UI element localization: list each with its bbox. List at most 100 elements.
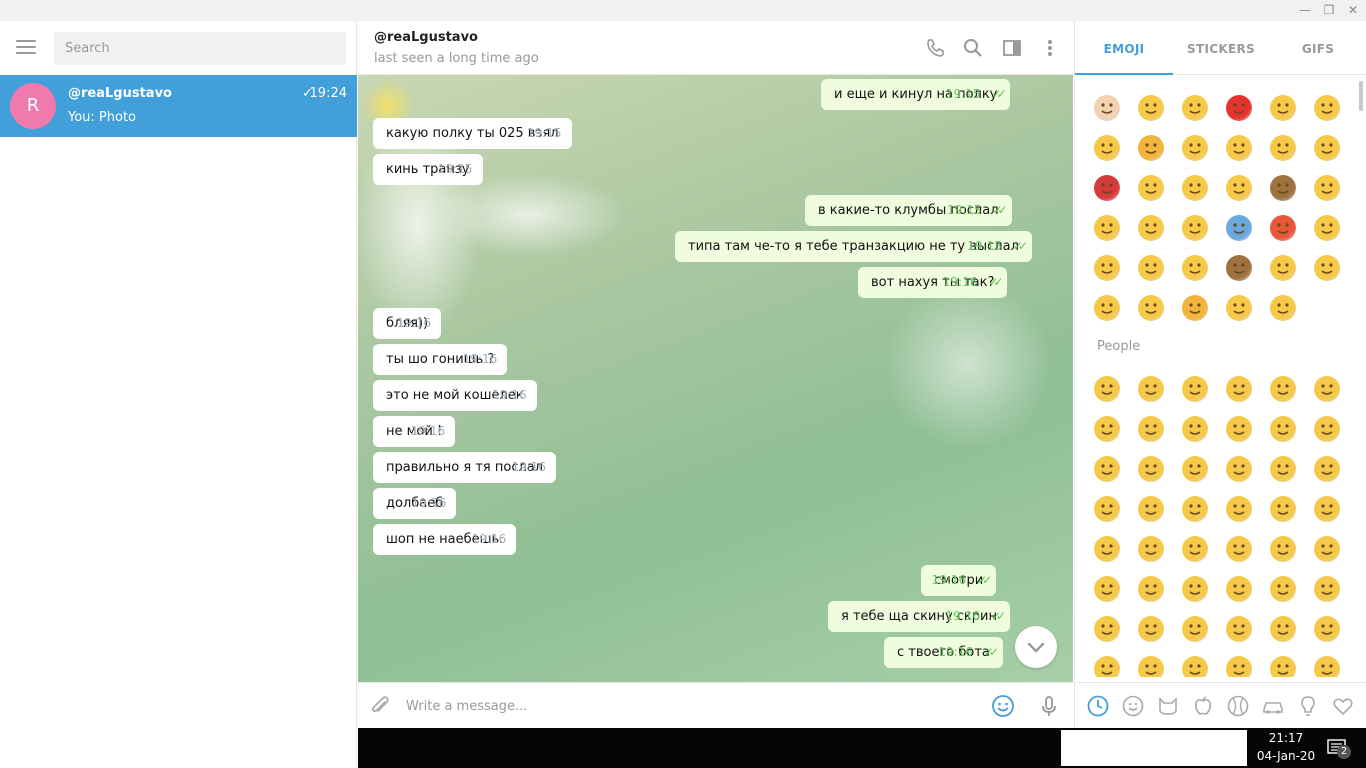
emoji-button[interactable] <box>1094 255 1120 281</box>
emoji-button[interactable] <box>1270 215 1296 241</box>
message-bubble-out[interactable]: я тебе ща скину скрин 19:16 ✓✓ <box>828 601 1010 632</box>
message-bubble-out[interactable]: и еще и кинул на полку 19:15 ✓✓ <box>821 79 1011 110</box>
emoji-button[interactable] <box>1270 536 1296 562</box>
emoji-button[interactable] <box>1138 135 1164 161</box>
emoji-button[interactable] <box>1314 95 1340 121</box>
emoji-button[interactable] <box>1138 656 1164 677</box>
message-bubble-in[interactable]: это не мой кошелек 19:16 <box>373 380 537 411</box>
taskbar-clock[interactable]: 21:17 <box>1248 731 1324 745</box>
emoji-button[interactable] <box>1226 255 1252 281</box>
message-bubble-out[interactable]: смотри 19:16 ✓✓ <box>921 565 997 596</box>
heart-icon[interactable] <box>1331 694 1355 718</box>
emoji-button[interactable] <box>1270 576 1296 602</box>
emoji-button[interactable] <box>1314 656 1340 677</box>
emoji-button[interactable] <box>1270 295 1296 321</box>
taskbar-date[interactable]: 04-Jan-20 <box>1248 749 1324 763</box>
emoji-button[interactable] <box>1094 496 1120 522</box>
emoji-button[interactable] <box>1138 376 1164 402</box>
car-icon[interactable] <box>1261 694 1285 718</box>
emoji-button[interactable] <box>1182 135 1208 161</box>
emoji-button[interactable] <box>1226 215 1252 241</box>
emoji-button[interactable] <box>1138 496 1164 522</box>
emoji-button[interactable] <box>1270 376 1296 402</box>
emoji-button[interactable] <box>1226 135 1252 161</box>
message-bubble-in[interactable]: кинь транзу 19:15 <box>373 154 483 185</box>
emoji-button[interactable] <box>1182 95 1208 121</box>
emoji-button[interactable] <box>1182 656 1208 677</box>
emoji-button[interactable] <box>1226 496 1252 522</box>
emoji-button[interactable] <box>1182 255 1208 281</box>
emoji-button[interactable] <box>1138 175 1164 201</box>
minimize-button[interactable]: — <box>1293 0 1317 21</box>
emoji-button[interactable] <box>1182 456 1208 482</box>
emoji-scrollbar[interactable] <box>1359 81 1363 111</box>
emoji-button[interactable] <box>1314 135 1340 161</box>
message-bubble-in[interactable]: ты шо гонишь ? 19:16 <box>373 344 508 375</box>
emoji-button[interactable] <box>1182 536 1208 562</box>
cat-icon[interactable] <box>1156 694 1180 718</box>
ball-icon[interactable] <box>1226 694 1250 718</box>
emoji-button[interactable] <box>1094 576 1120 602</box>
emoji-button[interactable] <box>1182 416 1208 442</box>
emoji-button[interactable] <box>1314 576 1340 602</box>
emoji-button[interactable] <box>1270 255 1296 281</box>
emoji-button[interactable] <box>1182 376 1208 402</box>
tab-stickers[interactable]: STICKERS <box>1173 21 1269 75</box>
message-bubble-out[interactable]: вот нахуя ты так? 19:16 ✓✓ <box>858 267 1008 298</box>
emoji-button[interactable] <box>1094 295 1120 321</box>
emoji-button[interactable] <box>1226 536 1252 562</box>
emoji-button[interactable] <box>1138 295 1164 321</box>
emoji-button[interactable] <box>1226 175 1252 201</box>
message-bubble-out[interactable]: с твоего бота 19:16 ✓✓ <box>884 637 1003 668</box>
emoji-button[interactable] <box>1270 616 1296 642</box>
lightbulb-icon[interactable] <box>1296 694 1320 718</box>
recent-icon[interactable] <box>1086 694 1110 718</box>
emoji-button[interactable] <box>1094 616 1120 642</box>
emoji-button[interactable] <box>1094 376 1120 402</box>
phone-icon[interactable] <box>924 37 946 59</box>
message-history[interactable]: и еще и кинул на полку 19:15 ✓✓ какую полк… <box>358 75 1073 682</box>
message-bubble-in[interactable]: не мой ! 19:16 <box>373 416 456 447</box>
emoji-button[interactable] <box>1226 376 1252 402</box>
emoji-button[interactable] <box>1314 215 1340 241</box>
emoji-button[interactable] <box>1138 215 1164 241</box>
emoji-button[interactable] <box>1094 656 1120 677</box>
emoji-button[interactable] <box>1314 376 1340 402</box>
apple-icon[interactable] <box>1191 694 1215 718</box>
emoji-button[interactable] <box>1226 656 1252 677</box>
emoji-button[interactable] <box>1270 175 1296 201</box>
emoji-button[interactable] <box>1226 95 1252 121</box>
restore-button[interactable]: ❐ <box>1317 0 1341 21</box>
emoji-button[interactable] <box>1182 616 1208 642</box>
emoji-button[interactable] <box>1094 456 1120 482</box>
hamburger-menu-icon[interactable] <box>16 40 36 56</box>
emoji-button[interactable] <box>1270 656 1296 677</box>
emoji-button[interactable] <box>1094 175 1120 201</box>
peer-name[interactable]: @reaLgustavo <box>374 30 478 45</box>
emoji-button[interactable] <box>1138 456 1164 482</box>
emoji-button[interactable] <box>1094 416 1120 442</box>
message-bubble-in[interactable]: долбаеб 19:16 <box>373 488 457 519</box>
emoji-button[interactable] <box>1226 456 1252 482</box>
more-options-icon[interactable] <box>1039 37 1061 59</box>
emoji-icon[interactable] <box>991 694 1015 718</box>
message-bubble-out[interactable]: типа там че-то я тебе транзакцию не ту в… <box>675 231 1032 262</box>
emoji-button[interactable] <box>1226 576 1252 602</box>
emoji-button[interactable] <box>1314 616 1340 642</box>
emoji-button[interactable] <box>1138 536 1164 562</box>
emoji-button[interactable] <box>1314 456 1340 482</box>
message-bubble-in[interactable]: бляя)) 19:16 <box>373 308 442 339</box>
emoji-button[interactable] <box>1270 416 1296 442</box>
emoji-button[interactable] <box>1094 95 1120 121</box>
tab-emoji[interactable]: EMOJI <box>1075 21 1173 75</box>
emoji-button[interactable] <box>1314 416 1340 442</box>
emoji-button[interactable] <box>1270 95 1296 121</box>
emoji-button[interactable] <box>1182 496 1208 522</box>
emoji-button[interactable] <box>1094 135 1120 161</box>
microphone-icon[interactable] <box>1037 694 1061 718</box>
emoji-button[interactable] <box>1226 616 1252 642</box>
emoji-button[interactable] <box>1138 95 1164 121</box>
sidebar-toggle-icon[interactable] <box>1001 37 1023 59</box>
emoji-button[interactable] <box>1138 576 1164 602</box>
emoji-button[interactable] <box>1182 295 1208 321</box>
